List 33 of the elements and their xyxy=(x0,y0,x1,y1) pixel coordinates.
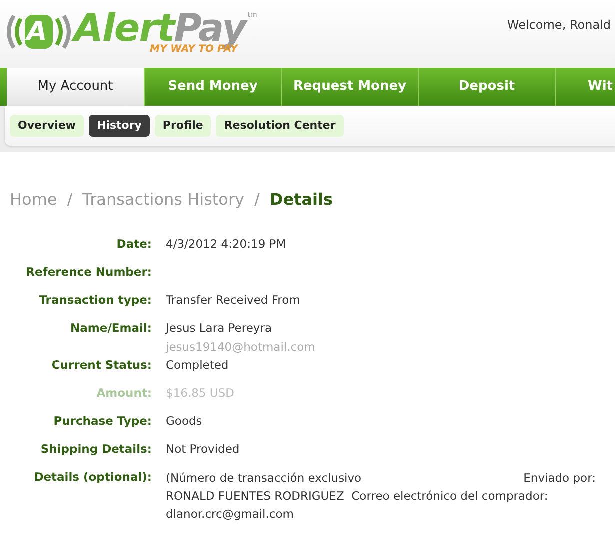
note-text: Enviado por: xyxy=(524,470,596,486)
note-text: dlanor.crc@gmail.com xyxy=(166,506,294,522)
breadcrumb-link[interactable]: Home xyxy=(10,188,58,212)
breadcrumb-current: Details xyxy=(270,189,333,211)
field-label: Date: xyxy=(116,236,152,253)
note-text: (Número de transacción exclusivo xyxy=(166,470,362,486)
subnav-tab[interactable]: History xyxy=(88,115,150,137)
field-label: Amount: xyxy=(96,384,152,402)
field-label: Current Status: xyxy=(50,356,152,374)
note-text: RONALD FUENTES RODRIGUEZ Correo electrónico del comprador: xyxy=(166,488,548,504)
email-text: jesus19140@hotmail.com xyxy=(166,339,316,356)
breadcrumb-separator: / xyxy=(67,189,73,211)
field-value: Transfer Received From xyxy=(166,292,300,309)
subnav-tab[interactable]: Profile xyxy=(154,115,212,137)
field-label: Name/Email: xyxy=(70,320,152,337)
field-label: Reference Number: xyxy=(25,264,152,281)
field-value: Completed xyxy=(166,356,229,374)
breadcrumb-separator: / xyxy=(254,189,260,211)
field-value: Goods xyxy=(166,412,202,430)
nav-tab[interactable]: My Account xyxy=(7,68,144,106)
field-label: Purchase Type: xyxy=(52,412,152,430)
field-value: Not Provided xyxy=(166,440,240,458)
subnav-tab[interactable]: Resolution Center xyxy=(216,115,344,137)
logo-letter: A xyxy=(24,19,48,45)
subnav-tab[interactable]: Overview xyxy=(10,115,84,137)
field-label: Details (optional): xyxy=(33,468,152,486)
field-label: Transaction type: xyxy=(38,292,152,309)
breadcrumb-link[interactable]: Transactions History xyxy=(82,188,245,212)
field-value: 4/3/2012 4:20:19 PM xyxy=(166,236,286,253)
welcome-text: Welcome, Ronald xyxy=(507,17,611,34)
field-value: $16.85 USD xyxy=(166,384,234,402)
field-label: Shipping Details: xyxy=(40,440,152,458)
field-value: Jesus Lara Pereyra xyxy=(166,320,274,337)
